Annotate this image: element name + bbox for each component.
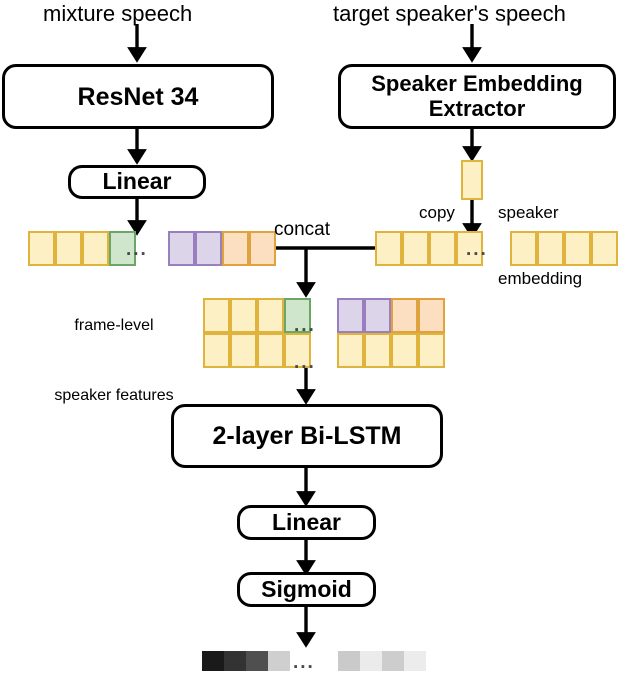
feature-cell bbox=[203, 333, 230, 368]
feature-cell bbox=[429, 231, 456, 266]
input-label-mixture-speech: mixture speech bbox=[43, 1, 193, 26]
feature-cell bbox=[168, 231, 195, 266]
mask-cell bbox=[246, 651, 268, 671]
frame-level-caption: frame-level speaker features bbox=[44, 268, 184, 454]
feature-cell bbox=[203, 298, 230, 333]
input-label-target-speaker-speech: target speaker's speech bbox=[333, 1, 566, 26]
extractor-label-line2: Extractor bbox=[428, 95, 526, 121]
feature-cell bbox=[391, 333, 418, 368]
ellipsis-frame-level: ... bbox=[126, 239, 148, 260]
speaker-embedding-cell-row bbox=[461, 160, 483, 200]
speaker-embedding-annotation-line1: speaker bbox=[498, 203, 559, 223]
feature-cell bbox=[257, 333, 284, 368]
feature-cell bbox=[418, 333, 445, 368]
mask-cell bbox=[404, 651, 426, 671]
block-bilstm[interactable]: 2-layer Bi-LSTM bbox=[171, 404, 443, 468]
feature-cell bbox=[230, 333, 257, 368]
feature-cell bbox=[461, 160, 483, 200]
feature-cell bbox=[222, 231, 249, 266]
mask-cell bbox=[202, 651, 224, 671]
feature-cell bbox=[28, 231, 55, 266]
frame-level-features-right bbox=[168, 231, 276, 266]
feature-cell bbox=[591, 231, 618, 266]
feature-cell bbox=[249, 231, 276, 266]
feature-cell-row bbox=[337, 333, 445, 368]
speaker-embedding-annotation: speaker embedding bbox=[498, 158, 582, 335]
output-mask-right bbox=[338, 651, 426, 671]
mask-cell bbox=[268, 651, 290, 671]
block-speaker-embedding-extractor[interactable]: Speaker Embedding Extractor bbox=[338, 64, 616, 129]
feature-cell bbox=[195, 231, 222, 266]
mask-cell bbox=[338, 651, 360, 671]
feature-cell bbox=[375, 231, 402, 266]
concat-annotation: concat bbox=[274, 219, 330, 240]
feature-cell bbox=[402, 231, 429, 266]
feature-cell bbox=[364, 333, 391, 368]
ellipsis-copied-embedding: ... bbox=[466, 239, 488, 260]
mask-cell bbox=[224, 651, 246, 671]
feature-cell bbox=[418, 298, 445, 333]
feature-cell bbox=[337, 333, 364, 368]
feature-cell bbox=[82, 231, 109, 266]
concat-grid-right bbox=[337, 298, 445, 368]
architecture-diagram: mixture speech target speaker's speech R… bbox=[0, 0, 618, 674]
frame-level-caption-line1: frame-level bbox=[74, 317, 154, 335]
block-sigmoid[interactable]: Sigmoid bbox=[237, 572, 376, 607]
mask-cell bbox=[382, 651, 404, 671]
frame-level-caption-line2: speaker features bbox=[54, 386, 174, 404]
frame-level-features-left bbox=[28, 231, 136, 266]
block-resnet34[interactable]: ResNet 34 bbox=[2, 64, 274, 129]
extractor-label-line1: Speaker Embedding bbox=[371, 70, 583, 96]
ellipsis-concat-vertical: ... bbox=[294, 352, 316, 373]
feature-cell bbox=[257, 298, 284, 333]
feature-cell bbox=[230, 298, 257, 333]
feature-cell bbox=[391, 298, 418, 333]
block-linear-top[interactable]: Linear bbox=[68, 165, 206, 199]
feature-cell bbox=[337, 298, 364, 333]
output-mask-left bbox=[202, 651, 290, 671]
feature-cell bbox=[364, 298, 391, 333]
speaker-embedding-annotation-line2: embedding bbox=[498, 269, 583, 289]
feature-cell-row bbox=[337, 298, 445, 333]
mask-cell bbox=[360, 651, 382, 671]
ellipsis-output-mask: ... bbox=[293, 652, 315, 673]
block-linear-bottom[interactable]: Linear bbox=[237, 505, 376, 540]
copy-annotation: copy bbox=[419, 203, 455, 222]
feature-cell bbox=[55, 231, 82, 266]
ellipsis-concat-grids: ... bbox=[294, 315, 316, 336]
